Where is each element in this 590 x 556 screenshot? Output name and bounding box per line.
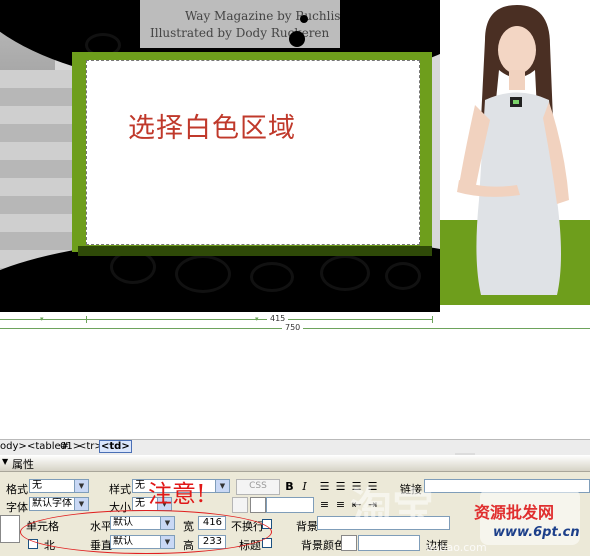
properties-panel: ▼ 属性 格式 无 ▼ 样式 无 ▼ CSS B I ☰ ☰ ☰ ☰ 链接 字体 默…	[0, 455, 590, 556]
decor-dot	[300, 15, 308, 23]
ordered-list-icon[interactable]: ≡	[333, 497, 348, 512]
watermark-bottom-url: aobao.com	[426, 541, 487, 554]
chevron-down-icon: ▼	[215, 480, 229, 492]
align-center-icon[interactable]: ☰	[333, 479, 348, 494]
format-label: 格式	[6, 483, 28, 496]
cell-width-line	[0, 319, 432, 320]
background-label: 背景	[296, 520, 318, 533]
size-unit-select[interactable]	[232, 497, 248, 513]
decor-dot	[289, 31, 305, 47]
watermark-logo: 资源批发网	[474, 503, 555, 522]
align-left-icon[interactable]: ☰	[317, 479, 332, 494]
decor-dot	[380, 2, 386, 8]
properties-title: 属性	[12, 458, 34, 471]
watermark-site-url: www.6pt.cn	[493, 525, 580, 540]
bgcolor-label: 背景颜色	[301, 539, 345, 552]
tag-td-selected[interactable]: <td>	[99, 440, 132, 453]
collapse-triangle-icon[interactable]: ▼	[2, 457, 8, 466]
font-select[interactable]: 默认字体 ▼	[29, 497, 89, 511]
column-menu-arrow[interactable]: ▾	[40, 315, 44, 323]
credit-line-1: Way Magazine by Ruchlis	[185, 9, 341, 23]
column-menu-arrow[interactable]: ▾	[255, 315, 259, 323]
design-canvas-banner: Way Magazine by Ruchlis Illustrated by D…	[0, 0, 590, 312]
ruler-tick	[432, 316, 433, 323]
white-cell-region[interactable]	[86, 60, 420, 245]
table-width-label: 750	[282, 323, 304, 332]
text-color-swatch[interactable]	[250, 497, 266, 513]
chevron-down-icon: ▼	[74, 480, 88, 492]
cell-width-label: 415	[267, 314, 289, 323]
tag-body[interactable]: ody>	[0, 441, 27, 452]
properties-header[interactable]: ▼ 属性	[0, 455, 590, 472]
model-photo	[457, 5, 569, 295]
chevron-down-icon: ▼	[74, 498, 88, 510]
swirl-ornament	[250, 262, 294, 292]
font-label: 字体	[6, 501, 28, 514]
watermark-taobao: 淘宝	[350, 484, 435, 533]
cell-icon	[0, 515, 20, 543]
swirl-ornament	[175, 255, 231, 293]
bgcolor-swatch[interactable]	[341, 535, 357, 551]
bgcolor-input[interactable]	[358, 535, 420, 551]
annotation-note: 注意!	[148, 480, 206, 508]
credit-panel	[140, 0, 340, 48]
annotation-oval	[20, 510, 272, 554]
tag-selector-bar: ody> <table# 01> <tr> <td>	[0, 439, 590, 459]
swirl-ornament	[385, 262, 421, 290]
italic-button[interactable]: I	[297, 479, 312, 494]
unordered-list-icon[interactable]: ≡	[317, 497, 332, 512]
ruler-tick	[86, 316, 87, 323]
style-label: 样式	[109, 483, 131, 496]
css-button[interactable]: CSS	[236, 479, 280, 495]
text-color-input[interactable]	[266, 497, 314, 513]
bold-button[interactable]: B	[282, 479, 297, 494]
swirl-ornament	[320, 255, 370, 291]
select-white-area-label: 选择白色区域	[128, 113, 296, 144]
frame-shadow	[78, 246, 432, 256]
table-width-ruler: ▾ ▾ 415 750	[0, 312, 590, 336]
decor-dot	[355, 6, 369, 20]
format-select[interactable]: 无 ▼	[29, 479, 89, 493]
